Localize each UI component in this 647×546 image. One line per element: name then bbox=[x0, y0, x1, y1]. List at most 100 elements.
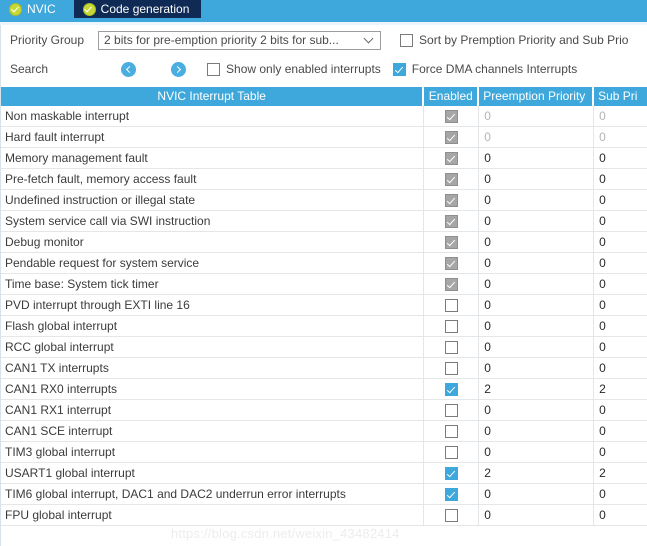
chevron-left-circle-icon[interactable] bbox=[121, 61, 137, 77]
enabled-cell[interactable] bbox=[424, 337, 480, 357]
preemption-priority-cell[interactable]: 2 bbox=[479, 463, 595, 483]
table-row[interactable]: FPU global interrupt 0 0 bbox=[1, 505, 647, 526]
priority-group-select[interactable]: 2 bits for pre-emption priority 2 bits f… bbox=[98, 30, 382, 50]
sort-by-preemption-label: Sort by Premption Priority and Sub Prio bbox=[419, 33, 629, 47]
sort-by-preemption-checkbox[interactable]: Sort by Premption Priority and Sub Prio bbox=[400, 33, 628, 47]
column-header-sub-priority[interactable]: Sub Pri bbox=[594, 87, 647, 106]
enabled-cell[interactable] bbox=[424, 505, 480, 525]
table-row[interactable]: TIM3 global interrupt 0 0 bbox=[1, 442, 647, 463]
table-row[interactable]: Pendable request for system service 0 0 bbox=[1, 253, 647, 274]
preemption-priority-cell[interactable]: 0 bbox=[479, 190, 595, 210]
tab-nvic[interactable]: NVIC bbox=[0, 0, 68, 18]
preemption-priority-cell[interactable]: 0 bbox=[479, 253, 595, 273]
table-row[interactable]: CAN1 RX1 interrupt 0 0 bbox=[1, 400, 647, 421]
sub-priority-cell[interactable]: 0 bbox=[594, 211, 647, 231]
check-circle-icon bbox=[9, 2, 22, 16]
table-row[interactable]: Time base: System tick timer 0 0 bbox=[1, 274, 647, 295]
sub-priority-cell[interactable]: 0 bbox=[594, 190, 647, 210]
enabled-cell[interactable] bbox=[424, 400, 480, 420]
sub-priority-cell[interactable]: 0 bbox=[594, 295, 647, 315]
table-row[interactable]: CAN1 TX interrupts 0 0 bbox=[1, 358, 647, 379]
table-row[interactable]: PVD interrupt through EXTI line 16 0 0 bbox=[1, 295, 647, 316]
interrupt-name-cell: PVD interrupt through EXTI line 16 bbox=[1, 295, 425, 315]
sub-priority-cell[interactable]: 0 bbox=[594, 484, 647, 504]
enabled-cell[interactable] bbox=[424, 148, 480, 168]
table-row[interactable]: USART1 global interrupt 2 2 bbox=[1, 463, 647, 484]
preemption-priority-cell[interactable]: 0 bbox=[479, 505, 595, 525]
sub-priority-cell[interactable]: 0 bbox=[594, 421, 647, 441]
preemption-priority-cell[interactable]: 0 bbox=[479, 337, 595, 357]
chevron-right-circle-icon[interactable] bbox=[171, 61, 187, 77]
preemption-priority-cell[interactable]: 0 bbox=[479, 295, 595, 315]
force-dma-checkbox[interactable]: Force DMA channels Interrupts bbox=[392, 62, 577, 76]
sub-priority-cell[interactable]: 0 bbox=[594, 148, 647, 168]
table-row[interactable]: CAN1 SCE interrupt 0 0 bbox=[1, 421, 647, 442]
sub-priority-cell[interactable]: 0 bbox=[594, 505, 647, 525]
preemption-priority-cell[interactable]: 0 bbox=[479, 106, 595, 126]
table-row[interactable]: Non maskable interrupt 0 0 bbox=[1, 106, 647, 127]
preemption-priority-cell[interactable]: 0 bbox=[479, 442, 595, 462]
column-header-name[interactable]: NVIC Interrupt Table bbox=[1, 87, 425, 106]
column-header-enabled[interactable]: Enabled bbox=[424, 87, 480, 106]
sub-priority-cell[interactable]: 0 bbox=[594, 253, 647, 273]
preemption-priority-cell[interactable]: 0 bbox=[479, 148, 595, 168]
table-row[interactable]: System service call via SWI instruction 0… bbox=[1, 211, 647, 232]
enabled-cell[interactable] bbox=[424, 211, 480, 231]
preemption-priority-cell[interactable]: 0 bbox=[479, 421, 595, 441]
enabled-cell[interactable] bbox=[424, 106, 480, 126]
sub-priority-cell[interactable]: 0 bbox=[594, 127, 647, 147]
sub-priority-cell[interactable]: 0 bbox=[594, 400, 647, 420]
sub-priority-cell[interactable]: 2 bbox=[594, 463, 647, 483]
preemption-priority-cell[interactable]: 0 bbox=[479, 211, 595, 231]
tab-code-generation[interactable]: Code generation bbox=[73, 0, 202, 18]
sub-priority-cell[interactable]: 0 bbox=[594, 358, 647, 378]
preemption-priority-cell[interactable]: 0 bbox=[479, 400, 595, 420]
preemption-priority-cell[interactable]: 0 bbox=[479, 127, 595, 147]
enabled-cell[interactable] bbox=[424, 127, 480, 147]
preemption-priority-cell[interactable]: 0 bbox=[479, 484, 595, 504]
preemption-priority-cell[interactable]: 0 bbox=[479, 274, 595, 294]
enabled-cell[interactable] bbox=[424, 421, 480, 441]
sub-priority-cell[interactable]: 0 bbox=[594, 169, 647, 189]
table-header-row: NVIC Interrupt Table Enabled Preemption … bbox=[1, 87, 647, 106]
enabled-cell[interactable] bbox=[424, 190, 480, 210]
enabled-cell[interactable] bbox=[424, 442, 480, 462]
sub-priority-cell[interactable]: 0 bbox=[594, 106, 647, 126]
enabled-cell[interactable] bbox=[424, 295, 480, 315]
table-row[interactable]: TIM6 global interrupt, DAC1 and DAC2 und… bbox=[1, 484, 647, 505]
priority-group-label: Priority Group bbox=[10, 33, 85, 47]
enabled-cell[interactable] bbox=[424, 463, 480, 483]
priority-group-row: Priority Group 2 bits for pre-emption pr… bbox=[1, 25, 647, 55]
sub-priority-cell[interactable]: 0 bbox=[594, 274, 647, 294]
preemption-priority-cell[interactable]: 2 bbox=[479, 379, 595, 399]
table-row[interactable]: RCC global interrupt 0 0 bbox=[1, 337, 647, 358]
sub-priority-cell[interactable]: 0 bbox=[594, 316, 647, 336]
preemption-priority-cell[interactable]: 0 bbox=[479, 232, 595, 252]
table-row[interactable]: Hard fault interrupt 0 0 bbox=[1, 127, 647, 148]
preemption-priority-cell[interactable]: 0 bbox=[479, 169, 595, 189]
enabled-cell[interactable] bbox=[424, 232, 480, 252]
sub-priority-cell[interactable]: 0 bbox=[594, 232, 647, 252]
show-only-enabled-checkbox[interactable]: Show only enabled interrupts bbox=[207, 62, 381, 76]
table-row[interactable]: Memory management fault 0 0 bbox=[1, 148, 647, 169]
tab-bar-filler bbox=[201, 0, 647, 18]
sub-priority-cell[interactable]: 0 bbox=[594, 442, 647, 462]
enabled-cell[interactable] bbox=[424, 274, 480, 294]
preemption-priority-cell[interactable]: 0 bbox=[479, 316, 595, 336]
interrupt-name-cell: Debug monitor bbox=[1, 232, 425, 252]
sub-priority-cell[interactable]: 2 bbox=[594, 379, 647, 399]
table-row[interactable]: Debug monitor 0 0 bbox=[1, 232, 647, 253]
column-header-preemption-priority[interactable]: Preemption Priority bbox=[479, 87, 595, 106]
enabled-cell[interactable] bbox=[424, 484, 480, 504]
sub-priority-cell[interactable]: 0 bbox=[594, 337, 647, 357]
preemption-priority-cell[interactable]: 0 bbox=[479, 358, 595, 378]
enabled-cell[interactable] bbox=[424, 379, 480, 399]
enabled-cell[interactable] bbox=[424, 358, 480, 378]
enabled-cell[interactable] bbox=[424, 169, 480, 189]
table-row[interactable]: CAN1 RX0 interrupts 2 2 bbox=[1, 379, 647, 400]
table-row[interactable]: Undefined instruction or illegal state 0 0 bbox=[1, 190, 647, 211]
table-row[interactable]: Pre-fetch fault, memory access fault 0 0 bbox=[1, 169, 647, 190]
enabled-cell[interactable] bbox=[424, 253, 480, 273]
table-row[interactable]: Flash global interrupt 0 0 bbox=[1, 316, 647, 337]
enabled-cell[interactable] bbox=[424, 316, 480, 336]
